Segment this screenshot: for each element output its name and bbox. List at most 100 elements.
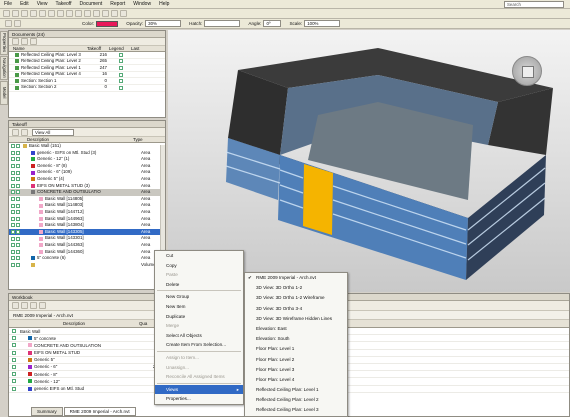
doc-add-button[interactable]: [12, 38, 19, 45]
takeoff-row[interactable]: generic - EIFS on Mtl. Stud (3) Area: [9, 150, 165, 157]
takeoff-visibility-checkbox[interactable]: [16, 190, 20, 195]
view-item[interactable]: Reflected Ceiling Plan: Level 2: [245, 395, 347, 405]
takeoff-checkbox[interactable]: [11, 197, 15, 202]
takeoff-visibility-checkbox[interactable]: [16, 262, 20, 267]
menu-takeoff[interactable]: Takeoff: [51, 0, 75, 8]
takeoff-checkbox[interactable]: [11, 223, 15, 228]
legend-checkbox[interactable]: [119, 85, 123, 90]
ctx-new-group[interactable]: New Group: [155, 292, 243, 302]
open-button[interactable]: [3, 10, 10, 17]
takeoff-row[interactable]: Basic Wall [114805] Area: [9, 196, 165, 203]
takeoff-col-type[interactable]: Type: [133, 137, 163, 143]
measure-button[interactable]: [111, 10, 118, 17]
side-tab-navigation[interactable]: Navigation: [0, 56, 8, 80]
legend-checkbox[interactable]: [119, 65, 123, 70]
takeoff-checkbox[interactable]: [11, 150, 15, 155]
view-item[interactable]: Floor Plan: Level 1: [245, 344, 347, 354]
takeoff-row[interactable]: Basic Wall [144963] Area: [9, 216, 165, 223]
workbook-checkbox[interactable]: [12, 336, 16, 341]
doc-remove-button[interactable]: [21, 38, 28, 45]
takeoff-checkbox[interactable]: [11, 203, 15, 208]
takeoff-row[interactable]: Volume: [9, 262, 165, 269]
takeoff-checkbox[interactable]: [11, 144, 15, 149]
takeoff-line-button[interactable]: [93, 10, 100, 17]
takeoff-visibility-checkbox[interactable]: [16, 164, 20, 169]
takeoff-checkbox[interactable]: [11, 236, 15, 241]
takeoff-checkbox[interactable]: [11, 164, 15, 169]
ctx-create-item-from-selection[interactable]: Create Item From Selection...: [155, 340, 243, 350]
select-tool-button[interactable]: [48, 10, 55, 17]
takeoff-checkbox[interactable]: [11, 177, 15, 182]
document-row[interactable]: Reflected Ceiling Plan: Level 3 216: [9, 52, 165, 59]
workbook-checkbox[interactable]: [12, 329, 16, 334]
takeoff-checkbox[interactable]: [11, 256, 15, 261]
takeoff-visibility-checkbox[interactable]: [16, 230, 20, 235]
menu-document[interactable]: Document: [75, 0, 106, 8]
takeoff-visibility-checkbox[interactable]: [16, 144, 20, 149]
view-item[interactable]: 3D View: 3D Ortho 3-4: [245, 304, 347, 314]
doc-col-legend[interactable]: Legend: [109, 46, 131, 52]
workbook-checkbox[interactable]: [12, 357, 16, 362]
view-item[interactable]: Floor Plan: Level 4: [245, 375, 347, 385]
workbook-tab-0[interactable]: Summary: [31, 406, 63, 416]
takeoff-visibility-checkbox[interactable]: [16, 223, 20, 228]
scale-select[interactable]: 100%: [304, 20, 341, 27]
menu-edit[interactable]: Edit: [16, 0, 33, 8]
redo-button[interactable]: [39, 10, 46, 17]
view-item[interactable]: ✔ RME 2009 Imperial - Arch.nvt: [245, 273, 347, 283]
takeoff-visibility-checkbox[interactable]: [16, 243, 20, 248]
ctx-delete[interactable]: Delete: [155, 280, 243, 290]
workbook-checkbox[interactable]: [12, 350, 16, 355]
workbook-checkbox[interactable]: [12, 365, 16, 370]
workbook-checkbox[interactable]: [12, 343, 16, 348]
takeoff-visibility-checkbox[interactable]: [16, 150, 20, 155]
menu-file[interactable]: File: [0, 0, 16, 8]
takeoff-row[interactable]: Basic Wall (151): [9, 143, 165, 150]
view-item[interactable]: Floor Plan: Level 3: [245, 365, 347, 375]
document-row[interactable]: Section: Section 2 0: [9, 85, 165, 92]
view-item[interactable]: Floor Plan: Level 2: [245, 355, 347, 365]
document-row[interactable]: Reflected Ceiling Plan: Level 2 265: [9, 59, 165, 66]
doc-col-takeoff[interactable]: Takeoff: [87, 46, 109, 52]
document-row[interactable]: Reflected Ceiling Plan: Level 4 16: [9, 72, 165, 79]
ctx-views[interactable]: Views ▸: [155, 384, 243, 395]
fill-tool-button[interactable]: [14, 20, 21, 27]
doc-col-last[interactable]: Last: [131, 46, 151, 52]
takeoff-count-button[interactable]: [102, 10, 109, 17]
orbit-tool-button[interactable]: [75, 10, 82, 17]
takeoff-visibility-checkbox[interactable]: [16, 249, 20, 254]
document-row[interactable]: Section: Section 1 0: [9, 78, 165, 85]
takeoff-row[interactable]: Generic - 8" (8) Area: [9, 163, 165, 170]
menu-window[interactable]: Window: [129, 0, 155, 8]
legend-checkbox[interactable]: [119, 72, 123, 77]
takeoff-row[interactable]: Basic Wall [144360] Area: [9, 249, 165, 256]
angle-input[interactable]: 0º: [263, 20, 282, 27]
undo-button[interactable]: [30, 10, 37, 17]
workbook-checkbox[interactable]: [12, 372, 16, 377]
ctx-properties[interactable]: Properties...: [155, 394, 243, 404]
takeoff-area-button[interactable]: [84, 10, 91, 17]
doc-col-name[interactable]: Name: [9, 46, 87, 52]
view-item[interactable]: 3D View: 3D Ortho 1-2: [245, 283, 347, 293]
view-item[interactable]: Reflected Ceiling Plan: Level 1: [245, 385, 347, 395]
wb-col-description[interactable]: Description: [9, 320, 139, 328]
view-cube-face[interactable]: [522, 66, 534, 78]
takeoff-visibility-checkbox[interactable]: [16, 256, 20, 261]
takeoff-row[interactable]: Basic Wall [144363] Area: [9, 242, 165, 249]
view-item[interactable]: Elevation: East: [245, 324, 347, 334]
view-filter-select[interactable]: View All: [32, 128, 74, 136]
legend-checkbox[interactable]: [119, 59, 123, 64]
takeoff-row[interactable]: Basic Wall [143804] Area: [9, 222, 165, 229]
markup-button[interactable]: [120, 10, 127, 17]
takeoff-checkbox[interactable]: [11, 262, 15, 267]
takeoff-checkbox[interactable]: [11, 157, 15, 162]
takeoff-checkbox[interactable]: [11, 170, 15, 175]
view-item[interactable]: Elevation: South: [245, 334, 347, 344]
style-tool-button[interactable]: [5, 20, 12, 27]
view-item[interactable]: Reflected Ceiling Plan: Level 3: [245, 405, 347, 415]
wb-refresh-button[interactable]: [39, 302, 46, 309]
opacity-select[interactable]: 30%: [145, 20, 182, 27]
ctx-copy[interactable]: Copy: [155, 261, 243, 271]
side-tab-properties[interactable]: Properties: [0, 31, 8, 55]
takeoff-checkbox[interactable]: [11, 243, 15, 248]
